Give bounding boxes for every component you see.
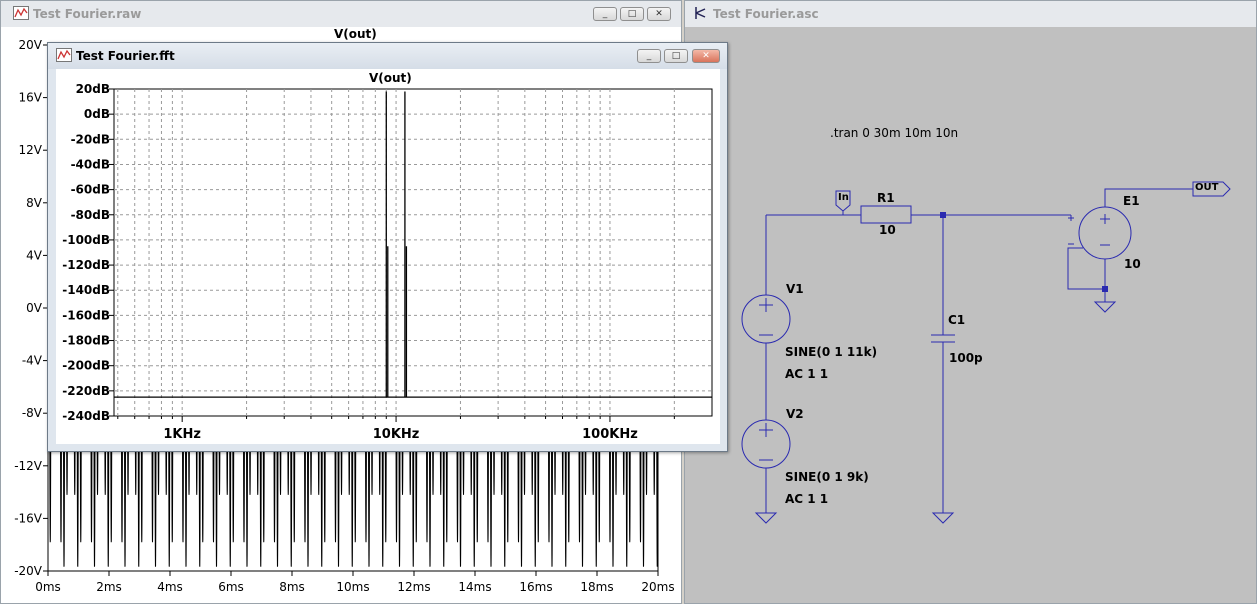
minimize-button[interactable]: _ (593, 7, 617, 21)
raw-x-tick-label: 6ms (218, 580, 244, 594)
raw-y-tick-label: 12V (19, 143, 43, 157)
v1-ac[interactable]: AC 1 1 (785, 367, 828, 381)
schematic-canvas[interactable]: .tran 0 30m 10m 10n In R1 10 C1 100p V1 … (693, 27, 1256, 597)
wire-e1-neg (1067, 247, 1106, 290)
v2-name[interactable]: V2 (786, 407, 804, 421)
close-button[interactable]: ✕ (647, 7, 671, 21)
asc-window-title: Test Fourier.asc (713, 7, 819, 21)
raw-x-tick-label: 16ms (519, 580, 552, 594)
fft-y-tick-label: -100dB (62, 233, 110, 247)
wire-e1-out (1104, 188, 1193, 207)
junction-dot (940, 212, 946, 218)
r1-name[interactable]: R1 (877, 191, 895, 205)
raw-y-tick-label: -8V (22, 406, 43, 420)
ground-c1-icon (931, 512, 955, 524)
fft-y-tick-label: 0dB (84, 107, 110, 121)
tran-directive[interactable]: .tran 0 30m 10m 10n (830, 126, 958, 140)
fft-window-title: Test Fourier.fft (76, 49, 175, 63)
raw-x-tick-label: 20ms (641, 580, 674, 594)
raw-x-tick-label: 18ms (580, 580, 613, 594)
fft-y-tick-label: -20dB (71, 132, 110, 146)
fft-x-tick-label: 10KHz (373, 427, 420, 442)
raw-y-tick-label: 16V (19, 91, 43, 105)
c1-value[interactable]: 100p (949, 351, 983, 365)
raw-x-tick-label: 8ms (279, 580, 305, 594)
schematic-icon (693, 6, 707, 20)
in-label: In (838, 192, 849, 203)
out-label: OUT (1195, 182, 1219, 193)
fft-y-tick-label: -40dB (71, 157, 110, 171)
fft-x-tick-label: 100KHz (582, 427, 638, 442)
fft-y-tick-label: -160dB (62, 308, 110, 322)
c1-name[interactable]: C1 (948, 313, 965, 327)
waveform-icon (13, 6, 29, 20)
raw-y-tick-label: -12V (14, 459, 43, 473)
raw-window-titlebar[interactable]: Test Fourier.raw _ □ ✕ (1, 1, 681, 27)
raw-window-title: Test Fourier.raw (33, 7, 142, 21)
v1-name[interactable]: V1 (786, 282, 804, 296)
raw-y-tick-label: 8V (26, 196, 43, 210)
fft-plot-frame (113, 88, 713, 417)
fft-y-tick-label: -220dB (62, 384, 110, 398)
fft-y-tick-label: -200dB (62, 359, 110, 373)
r1-value[interactable]: 10 (879, 223, 896, 237)
raw-x-tick-label: 14ms (458, 580, 491, 594)
raw-x-tick-label: 10ms (336, 580, 369, 594)
fft-y-tick-label: -140dB (62, 283, 110, 297)
v2-value[interactable]: SINE(0 1 9k) (785, 470, 869, 484)
asc-window-titlebar[interactable]: Test Fourier.asc (685, 1, 1256, 27)
fft-window-titlebar[interactable]: Test Fourier.fft _ □ ✕ (48, 43, 727, 69)
waveform-icon (56, 48, 72, 62)
fft-plot-area[interactable]: V(out) 20dB 0dB -20dB -40dB -60dB -80dB -100dB… (56, 69, 720, 444)
r1-body (860, 205, 912, 224)
raw-x-tick-label: 12ms (397, 580, 430, 594)
asc-window: Test Fourier.asc .tran 0 30m 10m 10n In … (684, 0, 1257, 604)
maximize-button[interactable]: □ (620, 7, 644, 21)
ground-e1-icon (1093, 301, 1117, 313)
fft-plot-svg: 20dB 0dB -20dB -40dB -60dB -80dB -100dB -120dB -… (62, 82, 713, 442)
fft-window: Test Fourier.fft _ □ ✕ V(out) 20dB 0dB -20… (47, 42, 728, 452)
fft-y-tick-label: -240dB (62, 409, 110, 423)
maximize-button[interactable]: □ (664, 49, 688, 63)
fft-y-tick-label: -60dB (71, 183, 110, 197)
raw-x-tick-label: 2ms (96, 580, 122, 594)
fft-y-tick-label: -180dB (62, 334, 110, 348)
fft-y-tick-label: 20dB (76, 82, 110, 96)
raw-y-tick-label: -16V (14, 511, 43, 525)
minimize-button[interactable]: _ (637, 49, 661, 63)
fft-y-tick-label: -120dB (62, 258, 110, 272)
raw-y-tick-label: -20V (14, 564, 43, 578)
e1-value[interactable]: 10 (1124, 257, 1141, 271)
raw-x-tick-label: 4ms (157, 580, 183, 594)
fft-y-tick-label: -80dB (71, 208, 110, 222)
fft-x-tick-label: 1KHz (163, 427, 201, 442)
raw-y-tick-label: -4V (22, 354, 43, 368)
raw-y-tick-label: 0V (26, 301, 43, 315)
raw-y-tick-label: 4V (26, 248, 43, 262)
v1-value[interactable]: SINE(0 1 11k) (785, 345, 877, 359)
v2-ac[interactable]: AC 1 1 (785, 492, 828, 506)
e1-name[interactable]: E1 (1123, 194, 1140, 208)
raw-y-tick-label: 20V (19, 38, 43, 52)
schematic-svg (741, 181, 1231, 524)
raw-x-tick-label: 0ms (35, 580, 61, 594)
close-button[interactable]: ✕ (692, 49, 720, 63)
junction-dot (1102, 286, 1108, 292)
ground-v2-icon (754, 512, 778, 524)
